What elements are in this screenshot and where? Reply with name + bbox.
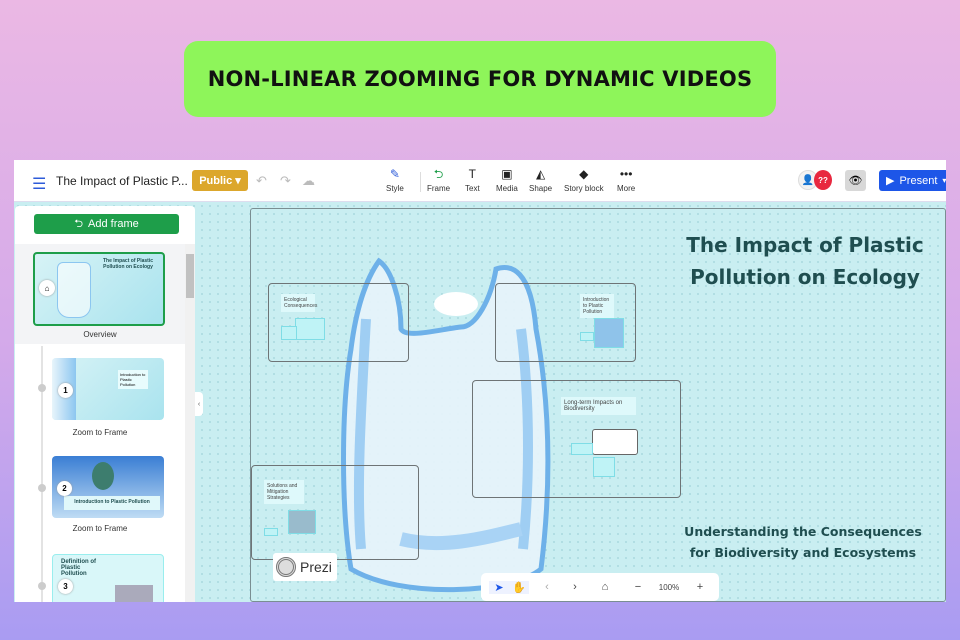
frame-title: Solutions and Mitigation Strategies xyxy=(264,480,304,504)
frame-icon: ⮌ xyxy=(74,217,84,230)
image-icon: ▣ xyxy=(501,167,513,181)
frame-thumbnail-2[interactable]: Introduction to Plastic Pollution 2 xyxy=(52,456,164,518)
frame-title: Introduction to Plastic Pollution xyxy=(580,294,614,318)
home-icon[interactable]: ⌂ xyxy=(585,581,625,593)
visibility-dropdown[interactable]: Public ▾ xyxy=(192,170,248,191)
toolbar: ☰ The Impact of Plastic P... Public ▾ ↶ … xyxy=(14,160,946,202)
shape-icon: ◭ xyxy=(535,167,546,181)
tool-label: Style xyxy=(386,184,404,193)
frame-label: Zoom to Frame xyxy=(72,524,128,533)
cloud-saved-icon: ☁ xyxy=(302,173,315,188)
frame-thumbnail-3[interactable]: Definition of Plastic Pollution 3 xyxy=(52,554,164,602)
tool-label: Frame xyxy=(427,184,451,193)
frame-number: 1 xyxy=(58,383,73,398)
overview-label: Overview xyxy=(83,330,117,339)
select-pointer-icon[interactable]: ➤ xyxy=(489,580,509,594)
sidebar-scrollbar[interactable] xyxy=(185,244,195,602)
add-frame-button[interactable]: ⮌ Add frame xyxy=(34,214,179,234)
layers-icon: ◆ xyxy=(579,167,589,181)
next-icon[interactable]: › xyxy=(565,581,585,593)
frame-number: 3 xyxy=(58,579,73,594)
banner: NON-LINEAR ZOOMING FOR DYNAMIC VIDEOS xyxy=(184,41,776,117)
tool-label: Text xyxy=(465,184,480,193)
canvas[interactable]: Ecological Consequences Introduction to … xyxy=(250,208,946,602)
timeline-dot xyxy=(38,384,46,392)
tool-label: Media xyxy=(496,184,518,193)
previous-icon[interactable]: ‹ xyxy=(529,581,565,593)
tool-label: Shape xyxy=(529,184,553,193)
tool-label: Story block xyxy=(564,184,604,193)
tool-label: More xyxy=(617,184,636,193)
frame-title: Ecological Consequences xyxy=(281,294,317,312)
chevron-down-icon: ▾ xyxy=(942,176,946,185)
pen-icon: ✎ xyxy=(389,167,400,181)
preview-eye-icon[interactable]: 👁 xyxy=(845,170,866,191)
thumb-title: Introduction to Plastic Pollution xyxy=(118,370,148,389)
frame-ecological-consequences[interactable]: Ecological Consequences xyxy=(268,283,409,362)
tool-media[interactable]: ▣ Media xyxy=(496,167,518,194)
frame-number: 2 xyxy=(57,481,72,496)
zoom-level: 100% xyxy=(658,582,680,592)
mini-slide xyxy=(288,510,316,534)
tool-story-block[interactable]: ◆ Story block xyxy=(564,167,604,194)
mini-slide xyxy=(571,443,593,455)
tool-more[interactable]: ••• More xyxy=(617,167,636,194)
frame-thumbnail-1[interactable]: Introduction to Plastic Pollution 1 xyxy=(52,358,164,420)
frame-long-term-impacts[interactable]: Long-term Impacts on Biodiversity xyxy=(472,380,681,498)
mini-slide xyxy=(295,318,325,340)
redo-icon[interactable]: ↷ xyxy=(280,173,291,189)
overview-item[interactable]: The Impact of Plastic Pollution on Ecolo… xyxy=(15,244,185,344)
frame-introduction[interactable]: Introduction to Plastic Pollution xyxy=(495,283,636,362)
divider xyxy=(420,172,421,192)
play-icon: ▶ xyxy=(886,175,895,187)
zoom-in-icon[interactable]: + xyxy=(687,581,713,593)
frame-title: Long-term Impacts on Biodiversity xyxy=(561,397,636,415)
timeline-dot xyxy=(38,582,46,590)
present-button[interactable]: ▶ Present ▾ xyxy=(879,170,946,191)
user-avatar[interactable]: ?? xyxy=(814,170,832,190)
mini-slide xyxy=(593,457,615,477)
prezi-logo-icon xyxy=(276,557,296,577)
overview-thumbnail[interactable]: The Impact of Plastic Pollution on Ecolo… xyxy=(33,252,165,326)
undo-icon[interactable]: ↶ xyxy=(256,173,267,189)
more-icon: ••• xyxy=(619,167,633,181)
collapse-sidebar-icon[interactable]: ‹ xyxy=(195,392,203,416)
text-icon: T xyxy=(468,167,476,181)
mini-slide xyxy=(594,318,624,348)
add-frame-label: Add frame xyxy=(88,218,139,230)
mini-slide xyxy=(580,332,594,341)
mini-slide xyxy=(592,429,638,455)
sidebar: ⮌ Add frame The Impact of Plastic Polluti… xyxy=(15,206,195,602)
mini-slide xyxy=(264,528,278,536)
tool-shape[interactable]: ◭ Shape xyxy=(529,167,553,194)
presentation-title[interactable]: The Impact of Plastic P... xyxy=(56,174,188,188)
scrollbar-thumb[interactable] xyxy=(186,254,194,298)
mini-slide xyxy=(281,326,297,340)
thumb-title: Definition of Plastic Pollution xyxy=(61,559,96,577)
menu-icon[interactable]: ☰ xyxy=(32,174,46,194)
presentation-heading[interactable]: The Impact of Plastic Pollution on Ecolo… xyxy=(675,229,935,293)
stage: ⮌ Add frame The Impact of Plastic Polluti… xyxy=(14,202,946,602)
prezi-logo: Prezi xyxy=(273,553,337,581)
hand-pan-icon[interactable]: ✋ xyxy=(509,580,529,594)
prezi-logo-text: Prezi xyxy=(300,559,332,575)
thumb-title: The Impact of Plastic Pollution on Ecolo… xyxy=(102,258,153,270)
navigation-bar: ➤ ✋ ‹ › ⌂ − 100% + xyxy=(481,573,719,601)
tool-style[interactable]: ✎ Style xyxy=(386,167,404,194)
tool-text[interactable]: T Text xyxy=(465,167,480,194)
presentation-subheading[interactable]: Understanding the Consequences for Biodi… xyxy=(673,521,933,563)
timeline-dot xyxy=(38,484,46,492)
frame-label: Zoom to Frame xyxy=(72,428,128,437)
prezi-editor: ☰ The Impact of Plastic P... Public ▾ ↶ … xyxy=(14,160,946,602)
thumb-title: Introduction to Plastic Pollution xyxy=(64,496,160,510)
present-label: Present xyxy=(899,174,938,187)
frame-solutions[interactable]: Solutions and Mitigation Strategies xyxy=(251,465,419,560)
tool-frame[interactable]: ⮌ Frame xyxy=(427,167,451,194)
home-icon: ⌂ xyxy=(39,280,55,296)
frame-icon: ⮌ xyxy=(433,167,444,181)
zoom-out-icon[interactable]: − xyxy=(625,581,651,593)
